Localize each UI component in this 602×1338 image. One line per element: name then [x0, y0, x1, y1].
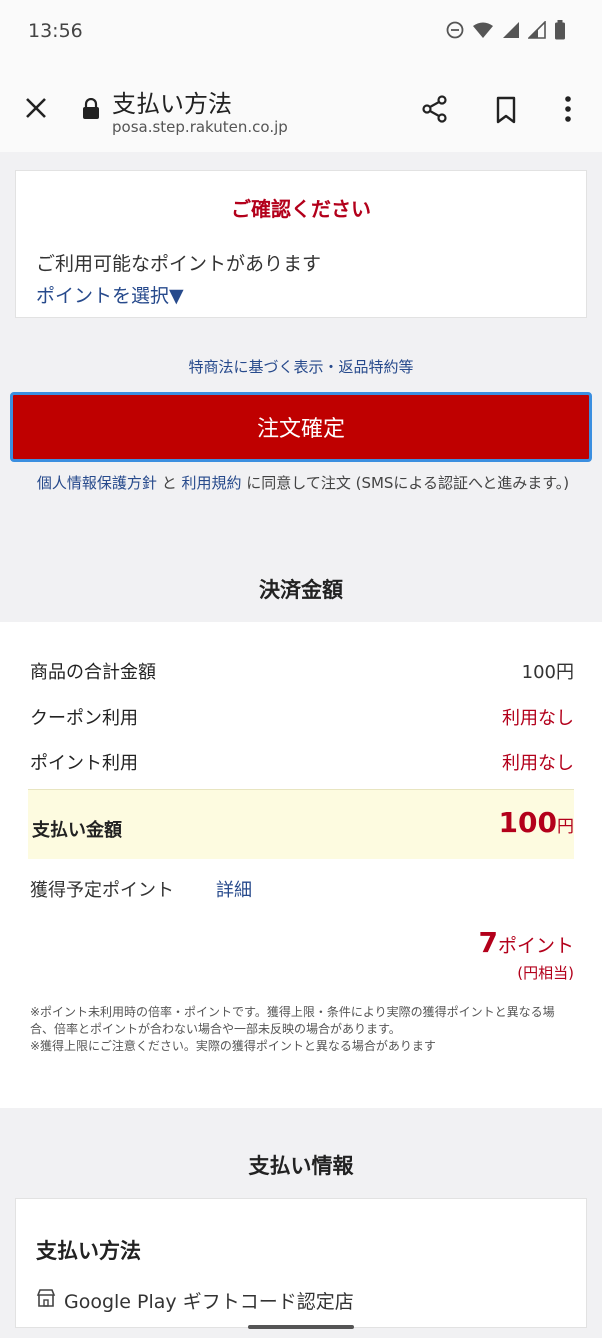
payment-method-card: 支払い方法 Google Play ギフトコード認定店	[15, 1198, 587, 1328]
select-points-link[interactable]: ポイントを選択▼	[36, 281, 184, 308]
notice-card: ご確認ください ご利用可能なポイントがあります ポイントを選択▼	[15, 170, 587, 318]
lock-icon[interactable]	[82, 97, 100, 120]
status-time: 13:56	[28, 20, 83, 42]
consent-rest: に同意して注文 (SMSによる認証へと進みます。)	[241, 474, 570, 492]
page-title: 支払い方法	[112, 90, 232, 118]
earned-points-unit: ポイント	[497, 935, 574, 957]
points-note-2: ※獲得上限にご注意ください。実際の獲得ポイントと異なる場合があります	[30, 1039, 436, 1053]
page-url[interactable]: posa.step.rakuten.co.jp	[112, 118, 288, 136]
points-used-label: ポイント利用	[30, 753, 138, 774]
total-label: 支払い金額	[32, 820, 122, 841]
earned-points-number: 7	[478, 926, 498, 959]
payment-method-label: 支払い方法	[36, 1239, 141, 1263]
legal-notice-link[interactable]: 特商法に基づく表示・返品特約等	[0, 356, 602, 377]
payment-store: Google Play ギフトコード認定店	[36, 1287, 354, 1314]
confirm-order-button[interactable]: 注文確定	[10, 392, 592, 462]
points-notes: ※ポイント未利用時の倍率・ポイントです。獲得上限・条件により実際の獲得ポイントと…	[30, 1004, 575, 1055]
consent-and: と	[156, 474, 182, 492]
payment-info-title: 支払い情報	[248, 1154, 354, 1178]
close-icon[interactable]	[22, 94, 50, 122]
payment-amount-title: 決済金額	[259, 578, 343, 602]
summary-row-coupon: クーポン利用 利用なし	[30, 704, 574, 730]
coupon-value: 利用なし	[502, 708, 574, 729]
points-detail-link[interactable]: 詳細	[216, 876, 252, 902]
coupon-label: クーポン利用	[30, 708, 138, 729]
summary-row-subtotal: 商品の合計金額 100円	[30, 658, 574, 684]
more-vert-icon[interactable]	[560, 94, 576, 124]
total-amount: 100円	[499, 806, 574, 839]
points-note-1: ※ポイント未利用時の倍率・ポイントです。獲得上限・条件により実際の獲得ポイントと…	[30, 1005, 555, 1036]
terms-link[interactable]: 利用規約	[181, 474, 241, 492]
earned-points-label: 獲得予定ポイント	[30, 880, 174, 901]
notice-message: ご利用可能なポイントがあります	[36, 253, 322, 275]
gesture-nav-bar[interactable]	[248, 1325, 354, 1329]
notice-heading: ご確認ください	[231, 197, 371, 221]
battery-icon	[554, 20, 566, 46]
total-unit: 円	[557, 817, 574, 837]
bookmark-icon[interactable]	[494, 96, 518, 124]
privacy-policy-link[interactable]: 個人情報保護方針	[37, 474, 157, 492]
points-used-value: 利用なし	[502, 753, 574, 774]
browser-toolbar: 支払い方法 posa.step.rakuten.co.jp	[0, 70, 602, 152]
subtotal-label: 商品の合計金額	[30, 662, 156, 683]
do-not-disturb-icon	[446, 21, 464, 45]
status-icons	[446, 20, 566, 46]
signal-icon	[502, 21, 520, 45]
summary-row-points-used: ポイント利用 利用なし	[30, 749, 574, 775]
store-icon	[36, 1288, 56, 1313]
consent-text: 個人情報保護方針 と 利用規約 に同意して注文 (SMSによる認証へと進みます。…	[18, 470, 588, 496]
subtotal-value: 100円	[521, 662, 574, 683]
share-icon[interactable]	[420, 94, 450, 124]
store-name: Google Play ギフトコード認定店	[64, 1291, 354, 1313]
earned-points-value: 7ポイント	[479, 926, 575, 959]
wifi-icon	[472, 21, 494, 45]
earned-points-sub: (円相当)	[517, 964, 574, 982]
total-number: 100	[498, 806, 557, 839]
signal-icon	[527, 20, 546, 45]
status-bar: 13:56	[0, 0, 602, 70]
